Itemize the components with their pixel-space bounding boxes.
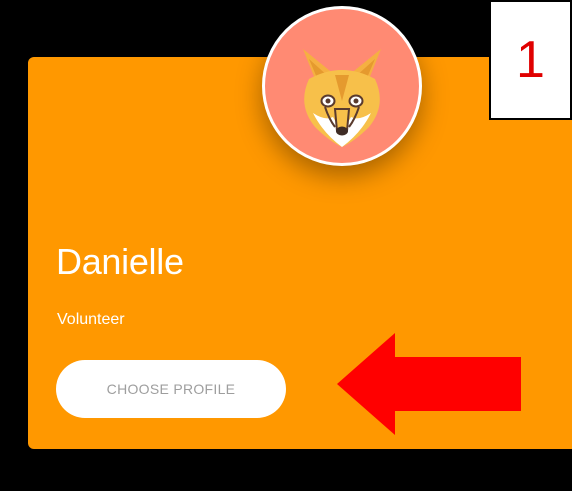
profile-name: Danielle <box>56 241 184 282</box>
step-number: 1 <box>516 31 545 89</box>
profile-role: Volunteer <box>57 311 125 328</box>
choose-profile-button[interactable]: CHOOSE PROFILE <box>56 360 286 418</box>
fox-icon <box>303 49 381 147</box>
profile-avatar <box>262 6 422 166</box>
step-number-badge: 1 <box>489 0 572 120</box>
arrow-left-icon <box>337 333 521 435</box>
screenshot-stage: Danielle Volunteer CHOOSE PROFILE 1 <box>0 0 572 491</box>
